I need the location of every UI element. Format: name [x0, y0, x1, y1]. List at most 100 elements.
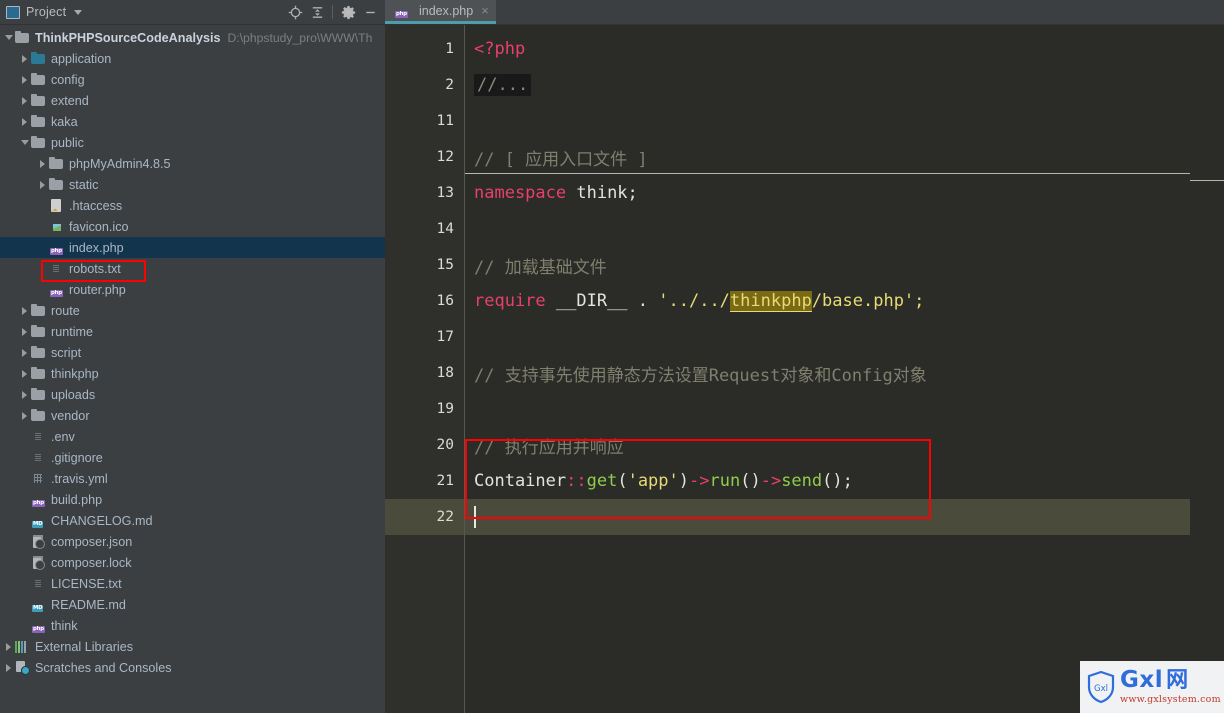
chevron-collapsed-icon[interactable]: [20, 305, 31, 316]
tree-row-readme-md[interactable]: MD README.md: [0, 594, 385, 615]
code-line-15[interactable]: // 加载基础文件: [465, 247, 1190, 283]
code-line-1[interactable]: <?php: [465, 31, 1190, 67]
code-token: // 执行应用并响应: [474, 437, 624, 458]
chevron-collapsed-icon[interactable]: [20, 326, 31, 337]
code-line-13[interactable]: namespace think;: [465, 175, 1190, 211]
tree-item-label: composer.lock: [51, 555, 132, 570]
tree-row-license-txt[interactable]: LICENSE.txt: [0, 573, 385, 594]
tree-item-label: favicon.ico: [69, 219, 129, 234]
shield-icon: Gxl: [1086, 670, 1116, 704]
locate-icon[interactable]: [284, 1, 306, 23]
collapse-all-icon[interactable]: [306, 1, 328, 23]
chevron-collapsed-icon[interactable]: [20, 389, 31, 400]
editor-right-rail[interactable]: [1190, 25, 1224, 713]
code-line-11[interactable]: [465, 103, 1190, 139]
chevron-collapsed-icon[interactable]: [20, 95, 31, 106]
tree-row-composer-json[interactable]: composer.json: [0, 531, 385, 552]
project-tree[interactable]: ThinkPHPSourceCodeAnalysis D:\phpstudy_p…: [0, 25, 385, 713]
code-line-2-folded[interactable]: //...: [465, 67, 1190, 103]
chevron-expanded-icon[interactable]: [4, 32, 15, 43]
folder-icon: [31, 324, 46, 339]
folder-icon: [31, 303, 46, 318]
folder-icon: [31, 387, 46, 402]
chevron-collapsed-icon[interactable]: [20, 116, 31, 127]
tree-row-travis-yml[interactable]: .travis.yml: [0, 468, 385, 489]
code-line-12[interactable]: // [ 应用入口文件 ]: [465, 139, 1190, 175]
settings-gear-icon[interactable]: [337, 1, 359, 23]
tree-row-project-root[interactable]: ThinkPHPSourceCodeAnalysis D:\phpstudy_p…: [0, 27, 385, 48]
code-token: (: [617, 471, 628, 491]
code-line-17[interactable]: [465, 319, 1190, 355]
tree-row-gitignore[interactable]: .gitignore: [0, 447, 385, 468]
tab-index-php[interactable]: php index.php ×: [385, 0, 496, 24]
folder-icon: [31, 114, 46, 129]
code-text-area[interactable]: <?php //... // [ 应用入口文件 ] namespace thin…: [465, 25, 1190, 713]
tree-row-composer-lock[interactable]: composer.lock: [0, 552, 385, 573]
tree-item-label: CHANGELOG.md: [51, 513, 153, 528]
code-editor[interactable]: 1 2 11 12 13 14 15 16 17 18 19 20 21 22 …: [385, 25, 1224, 713]
chevron-collapsed-icon[interactable]: [20, 368, 31, 379]
tree-row-changelog-md[interactable]: MD CHANGELOG.md: [0, 510, 385, 531]
tree-row-router-php[interactable]: php router.php: [0, 279, 385, 300]
code-token: // [ 应用入口文件 ]: [474, 149, 648, 170]
tree-row-static[interactable]: static: [0, 174, 385, 195]
tree-row-htaccess[interactable]: .htaccess: [0, 195, 385, 216]
line-number: 19: [436, 401, 454, 417]
project-tool-window-header: Project: [0, 0, 385, 25]
close-icon[interactable]: ×: [481, 4, 489, 17]
code-token: require: [474, 291, 546, 311]
scratches-icon: [15, 660, 30, 675]
tree-row-script[interactable]: script: [0, 342, 385, 363]
tree-row-public[interactable]: public: [0, 132, 385, 153]
chevron-collapsed-icon[interactable]: [38, 179, 49, 190]
tree-row-robots-txt[interactable]: robots.txt: [0, 258, 385, 279]
code-line-20[interactable]: // 执行应用并响应: [465, 427, 1190, 463]
folder-icon: [49, 177, 64, 192]
code-line-16[interactable]: require __DIR__ . '../../ thinkphp /base…: [465, 283, 1190, 319]
chevron-collapsed-icon[interactable]: [20, 53, 31, 64]
code-line-21[interactable]: Container :: get ( 'app' ) -> run () -> …: [465, 463, 1190, 499]
code-line-22-caret[interactable]: [465, 499, 1190, 535]
tree-row-config[interactable]: config: [0, 69, 385, 90]
tree-row-external-libraries[interactable]: External Libraries: [0, 636, 385, 657]
code-line-19[interactable]: [465, 391, 1190, 427]
tree-row-env[interactable]: .env: [0, 426, 385, 447]
tree-row-think[interactable]: php think: [0, 615, 385, 636]
tree-row-favicon[interactable]: favicon.ico: [0, 216, 385, 237]
line-number: 15: [436, 257, 454, 273]
line-number: 11: [436, 113, 454, 129]
tree-row-index-php[interactable]: php index.php: [0, 237, 385, 258]
code-token: Container: [474, 471, 567, 491]
line-number-gutter[interactable]: 1 2 11 12 13 14 15 16 17 18 19 20 21 22: [385, 25, 465, 713]
minimize-icon[interactable]: [359, 1, 381, 23]
tree-row-vendor[interactable]: vendor: [0, 405, 385, 426]
tree-row-scratches-consoles[interactable]: Scratches and Consoles: [0, 657, 385, 678]
folder-icon: [31, 72, 46, 87]
tree-item-label: LICENSE.txt: [51, 576, 122, 591]
code-token: ::: [566, 471, 587, 491]
tree-row-kaka[interactable]: kaka: [0, 111, 385, 132]
tree-row-build-php[interactable]: php build.php: [0, 489, 385, 510]
code-line-18[interactable]: // 支持事先使用静态方法设置Request对象和Config对象: [465, 355, 1190, 391]
tree-item-label: README.md: [51, 597, 126, 612]
tree-row-runtime[interactable]: runtime: [0, 321, 385, 342]
chevron-collapsed-icon[interactable]: [4, 662, 15, 673]
chevron-collapsed-icon[interactable]: [20, 74, 31, 85]
folded-region-placeholder[interactable]: //...: [474, 74, 532, 96]
tree-row-application[interactable]: application: [0, 48, 385, 69]
toolbar-divider: [332, 5, 333, 19]
chevron-collapsed-icon[interactable]: [20, 410, 31, 421]
tree-row-thinkphp[interactable]: thinkphp: [0, 363, 385, 384]
folder-icon: [31, 93, 46, 108]
tree-row-extend[interactable]: extend: [0, 90, 385, 111]
chevron-down-icon[interactable]: [74, 9, 83, 15]
chevron-collapsed-icon[interactable]: [20, 347, 31, 358]
chevron-expanded-icon[interactable]: [20, 137, 31, 148]
chevron-collapsed-icon[interactable]: [38, 158, 49, 169]
tree-row-uploads[interactable]: uploads: [0, 384, 385, 405]
tree-row-phpmyadmin[interactable]: phpMyAdmin4.8.5: [0, 153, 385, 174]
code-line-14[interactable]: [465, 211, 1190, 247]
chevron-collapsed-icon[interactable]: [4, 641, 15, 652]
tree-row-route[interactable]: route: [0, 300, 385, 321]
top-strip: Project php index.php ×: [0, 0, 1224, 25]
